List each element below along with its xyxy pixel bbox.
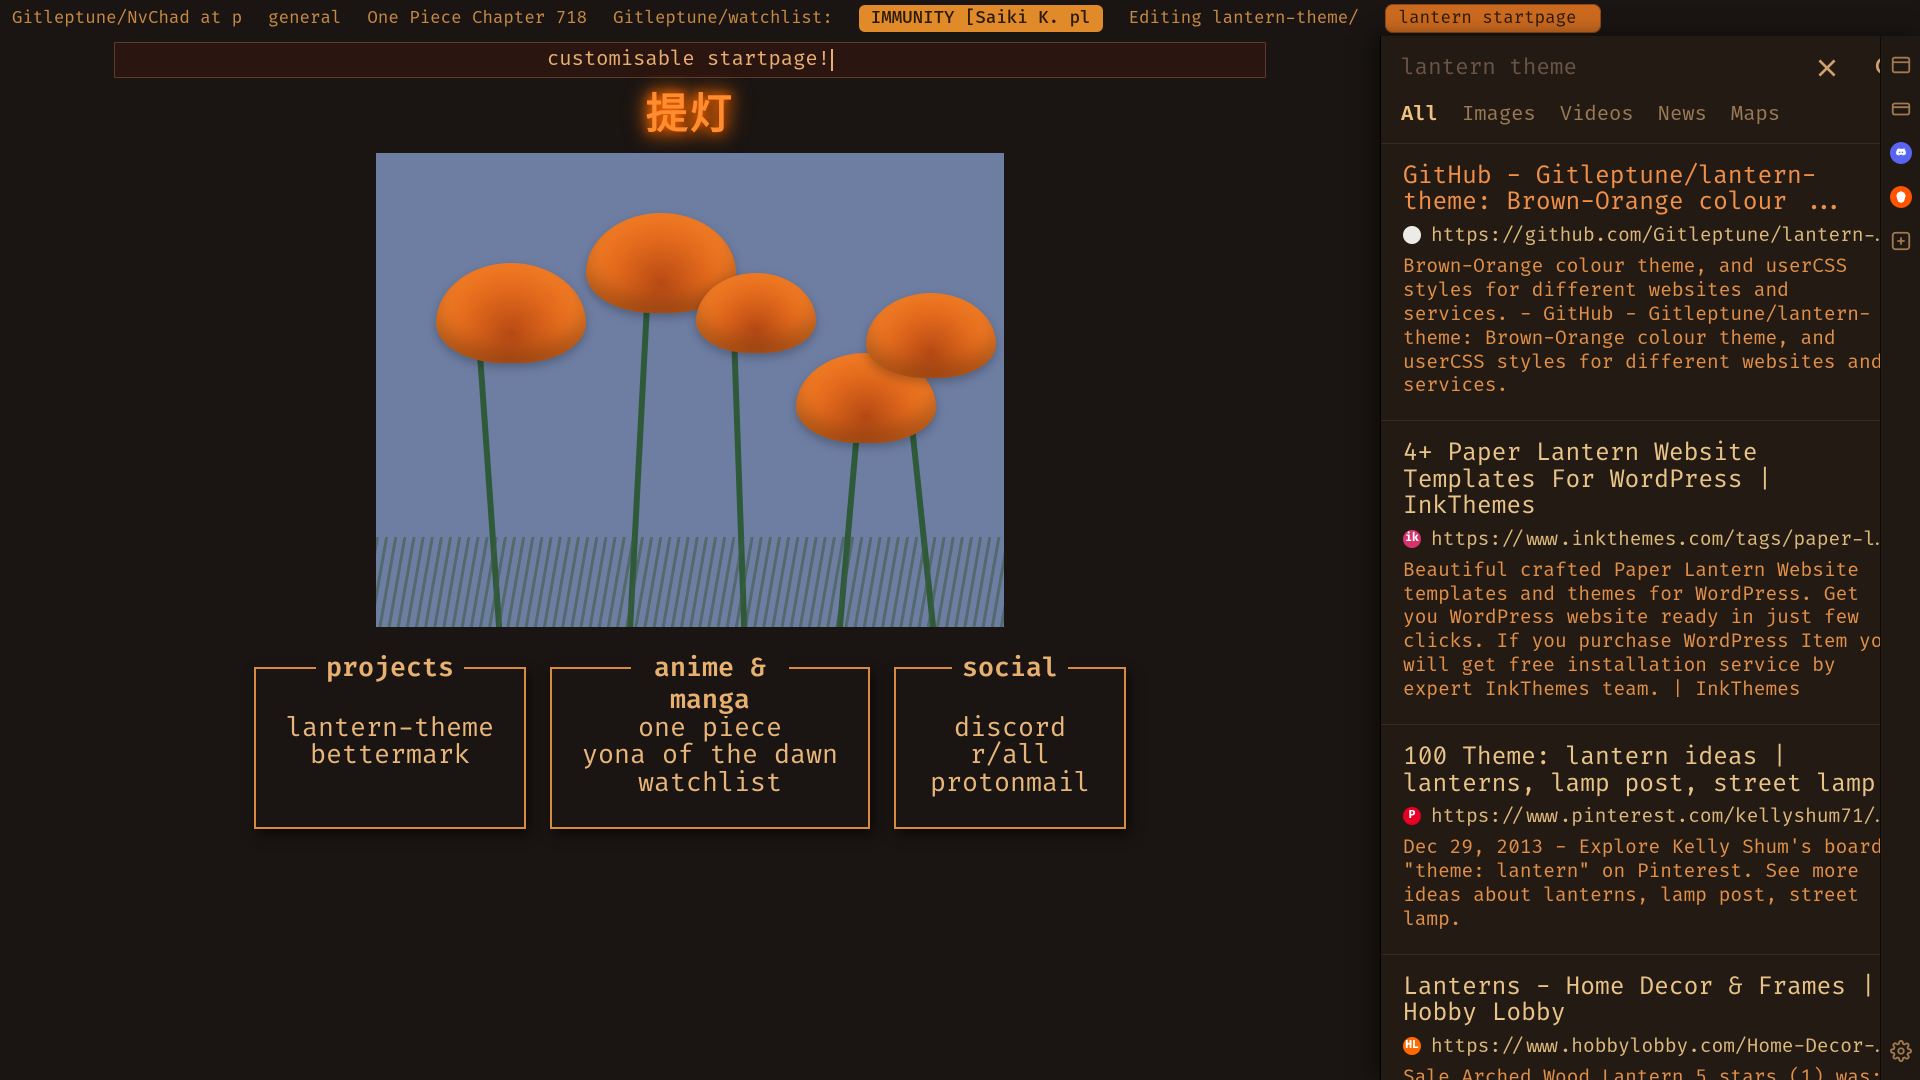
search-panel: lantern theme All Images Videos News Maps Gi…: [1380, 36, 1920, 1080]
card-icon[interactable]: [1890, 98, 1912, 120]
link-sections: projectslantern-themebettermarkanime & m…: [0, 667, 1380, 829]
sidebar-rail: [1880, 36, 1920, 1080]
result-snippet: Brown-Orange colour theme, and userCSS s…: [1403, 255, 1898, 399]
plus-icon[interactable]: [1890, 230, 1912, 252]
discord-icon[interactable]: [1890, 142, 1912, 164]
search-tab[interactable]: Images: [1462, 103, 1536, 127]
result-title-link[interactable]: GitHub - Gitleptune/lantern-theme: Brown…: [1403, 164, 1898, 217]
search-tab[interactable]: Maps: [1731, 103, 1780, 127]
browser-tab[interactable]: IMMUNITY [Saiki K. pl: [859, 5, 1103, 32]
startpage-search-value: customisable startpage!: [547, 48, 830, 72]
browser-tab[interactable]: Gitleptune/watchlist:: [613, 8, 833, 29]
favicon: P: [1403, 807, 1421, 825]
startpage-link[interactable]: protonmail: [926, 770, 1094, 797]
startpage-link[interactable]: yona of the dawn: [582, 742, 838, 769]
settings-icon[interactable]: [1890, 1040, 1912, 1062]
result-url: https://www.inkthemes.com/tags/paper-lan…: [1431, 527, 1898, 551]
browser-tab[interactable]: One Piece Chapter 718: [367, 8, 587, 29]
startpage-pane: customisable startpage! 提灯 projectslante…: [0, 36, 1380, 1080]
startpage-link[interactable]: r/all: [926, 742, 1094, 769]
result-url: https://www.hobbylobby.com/Home-Decor-Fr…: [1431, 1034, 1898, 1058]
link-section-legend: projects: [316, 652, 464, 684]
favicon: ik: [1403, 530, 1421, 548]
result-url: https://github.com/Gitleptune/lantern-th…: [1431, 223, 1898, 247]
search-result: 4+ Paper Lantern Website Templates For W…: [1381, 421, 1920, 725]
browser-tab[interactable]: Gitleptune/NvChad at p: [12, 8, 242, 29]
panel-icon[interactable]: [1890, 54, 1912, 76]
hero-image: [376, 153, 1004, 627]
favicon: [1403, 226, 1421, 244]
startpage-link[interactable]: one piece: [582, 715, 838, 742]
search-result: 100 Theme: lantern ideas | lanterns, lam…: [1381, 725, 1920, 955]
result-title-link[interactable]: 4+ Paper Lantern Website Templates For W…: [1403, 441, 1898, 520]
link-section: projectslantern-themebettermark: [254, 667, 526, 829]
search-tab[interactable]: News: [1658, 103, 1707, 127]
search-tab[interactable]: Videos: [1560, 103, 1634, 127]
search-results: GitHub - Gitleptune/lantern-theme: Brown…: [1381, 144, 1920, 1080]
brave-icon[interactable]: [1890, 186, 1912, 208]
search-result: GitHub - Gitleptune/lantern-theme: Brown…: [1381, 144, 1920, 421]
result-snippet: Sale Arched Wood Lantern 5 stars (1) was…: [1403, 1066, 1898, 1080]
search-tabs: All Images Videos News Maps: [1381, 91, 1920, 144]
result-snippet: Beautiful crafted Paper Lantern Website …: [1403, 559, 1898, 703]
hero-title-text: 提灯: [646, 89, 734, 141]
startpage-link[interactable]: lantern-theme: [286, 715, 494, 742]
startpage-link[interactable]: bettermark: [286, 742, 494, 769]
result-snippet: Dec 29, 2013 - Explore Kelly Shum's boar…: [1403, 836, 1898, 932]
startpage-link[interactable]: discord: [926, 715, 1094, 742]
browser-tabbar: Gitleptune/NvChad at p general One Piece C…: [0, 0, 1920, 36]
result-title-link[interactable]: 100 Theme: lantern ideas | lanterns, lam…: [1403, 745, 1898, 798]
startpage-link[interactable]: watchlist: [582, 770, 838, 797]
hero-title: 提灯: [0, 80, 1380, 141]
startpage-search-box[interactable]: customisable startpage!: [114, 42, 1266, 78]
link-section-legend: anime & manga: [631, 652, 789, 716]
result-url: https://www.pinterest.com/kellyshum71/th…: [1431, 804, 1898, 828]
favicon: HL: [1403, 1037, 1421, 1055]
browser-tab[interactable]: lantern startpage: [1385, 4, 1601, 33]
browser-tab[interactable]: Editing lantern-theme/: [1129, 8, 1359, 29]
result-title-link[interactable]: Lanterns - Home Decor & Frames | Hobby L…: [1403, 975, 1898, 1028]
search-query-dim: lantern theme: [1401, 54, 1814, 81]
search-tab[interactable]: All: [1401, 103, 1438, 127]
link-section: anime & mangaone pieceyona of the dawnwa…: [550, 667, 870, 829]
link-section: socialdiscordr/allprotonmail: [894, 667, 1126, 829]
close-icon[interactable]: [1814, 55, 1840, 81]
browser-tab[interactable]: general: [268, 8, 341, 29]
link-section-legend: social: [952, 652, 1068, 684]
search-result: Lanterns - Home Decor & Frames | Hobby L…: [1381, 955, 1920, 1080]
